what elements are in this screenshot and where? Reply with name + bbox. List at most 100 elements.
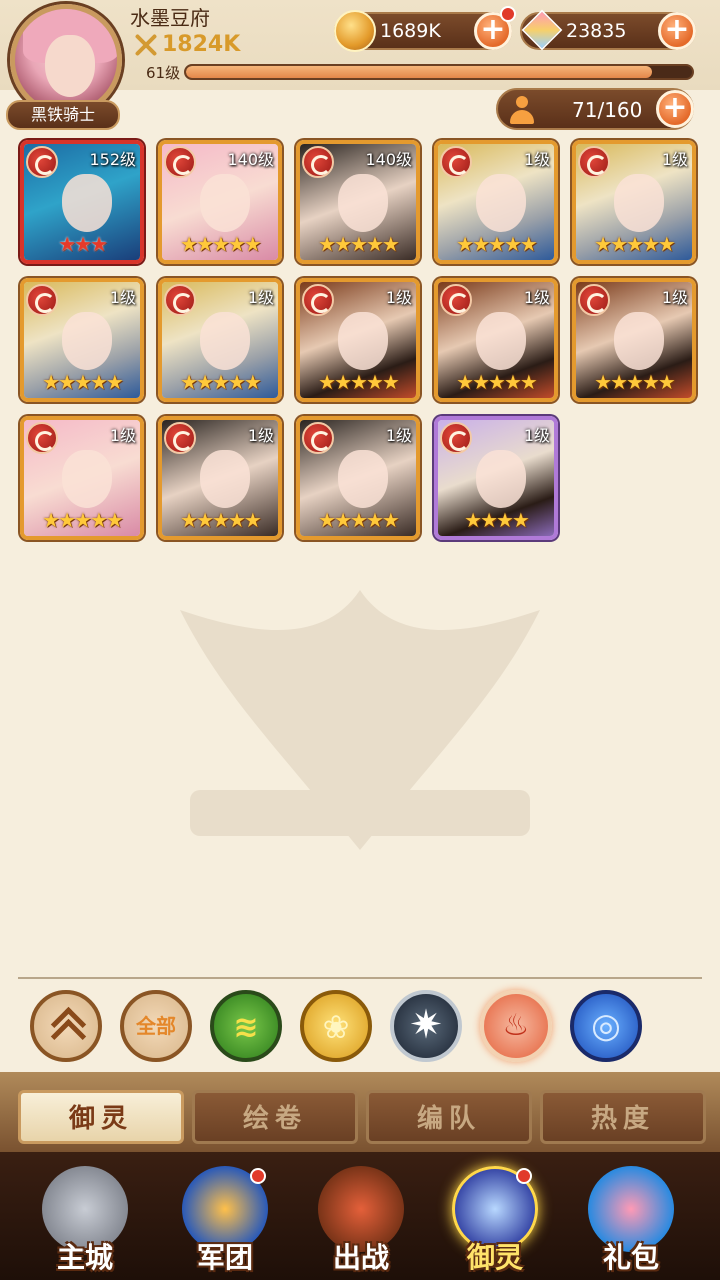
add-gems-button[interactable]: + bbox=[658, 12, 696, 50]
hero-card[interactable]: 1级 ★★★★★ bbox=[296, 278, 420, 402]
hero-face bbox=[338, 312, 388, 370]
fire-element-icon bbox=[26, 422, 58, 454]
filter-all-button[interactable]: 全部 bbox=[120, 990, 192, 1062]
notification-dot bbox=[500, 6, 516, 22]
coins-pill: 1689K + bbox=[334, 6, 516, 52]
hero-stars: ★★★★★ bbox=[180, 508, 262, 532]
hero-stars: ★★★★★ bbox=[456, 370, 538, 394]
hero-level: 1级 bbox=[385, 288, 412, 307]
hero-stars: ★★★★★ bbox=[42, 508, 124, 532]
fire-element-icon bbox=[164, 146, 196, 178]
hero-card[interactable]: 1级 ★★★★★ bbox=[434, 140, 558, 264]
tab-heroes[interactable]: 御灵 bbox=[18, 1090, 184, 1144]
hero-level: 1级 bbox=[523, 288, 550, 307]
nav-main-city[interactable]: 主城 bbox=[20, 1162, 150, 1280]
hero-face bbox=[200, 174, 250, 232]
filter-fire-element-button[interactable]: ♨ bbox=[480, 990, 552, 1062]
hero-level: 1级 bbox=[385, 426, 412, 445]
hero-face bbox=[62, 312, 112, 370]
hero-stars: ★★★★★ bbox=[180, 232, 262, 256]
nav-gift-pack[interactable]: 礼包 bbox=[566, 1162, 696, 1280]
hero-face bbox=[200, 312, 250, 370]
gems-pill: 23835 + bbox=[520, 9, 696, 51]
hero-stars: ★★★★★ bbox=[318, 508, 400, 532]
gems-value: 23835 bbox=[566, 20, 627, 42]
tab-formation[interactable]: 编队 bbox=[366, 1090, 532, 1144]
wave-icon: ◎ bbox=[591, 1006, 621, 1046]
nav-legion[interactable]: 军团 bbox=[160, 1162, 290, 1280]
hero-card[interactable]: 1级 ★★★★★ bbox=[20, 278, 144, 402]
hero-face bbox=[476, 312, 526, 370]
fire-element-icon bbox=[26, 284, 58, 316]
hero-card[interactable]: 1级 ★★★★★ bbox=[158, 278, 282, 402]
exp-bar-fill bbox=[186, 66, 652, 78]
hero-card[interactable]: 1级 ★★★★ bbox=[434, 416, 558, 540]
fire-element-icon bbox=[440, 422, 472, 454]
hero-stars: ★★★★★ bbox=[42, 370, 124, 394]
hero-card[interactable]: 1级 ★★★★★ bbox=[296, 416, 420, 540]
rose-icon: ❀ bbox=[322, 1008, 350, 1046]
player-level: 61级 bbox=[146, 64, 181, 82]
nav-label: 军团 bbox=[196, 1241, 253, 1274]
hero-card[interactable]: 1级 ★★★★★ bbox=[434, 278, 558, 402]
fire-element-icon bbox=[164, 284, 196, 316]
hero-card[interactable]: 1级 ★★★★★ bbox=[572, 140, 696, 264]
nav-label: 出战 bbox=[332, 1241, 389, 1274]
hero-card[interactable]: 140级 ★★★★★ bbox=[158, 140, 282, 264]
fire-element-icon bbox=[440, 146, 472, 178]
exp-bar bbox=[184, 64, 694, 80]
nav-battle[interactable]: 出战 bbox=[296, 1162, 426, 1280]
power-value: 1824K bbox=[162, 32, 241, 57]
collapse-button[interactable] bbox=[30, 990, 102, 1062]
hero-level: 1级 bbox=[661, 288, 688, 307]
fire-element-icon bbox=[440, 284, 472, 316]
hero-stars: ★★★★ bbox=[464, 508, 530, 532]
hero-level: 140级 bbox=[365, 150, 412, 169]
filter-dark-element-button[interactable] bbox=[390, 990, 462, 1062]
filter-water-element-button[interactable]: ◎ bbox=[570, 990, 642, 1062]
tab-gallery[interactable]: 绘卷 bbox=[192, 1090, 358, 1144]
hero-card[interactable]: 152级 ★★★ bbox=[20, 140, 144, 264]
fire-element-icon bbox=[164, 422, 196, 454]
hero-face bbox=[614, 174, 664, 232]
nav-heroes[interactable]: 御灵 bbox=[430, 1162, 560, 1280]
person-icon bbox=[508, 96, 536, 124]
fire-element-icon bbox=[302, 146, 334, 178]
hero-level: 152级 bbox=[89, 150, 136, 169]
hero-card[interactable]: 1级 ★★★★★ bbox=[158, 416, 282, 540]
hero-face bbox=[614, 312, 664, 370]
rank-badge: 黑铁骑士 bbox=[6, 100, 120, 130]
power-row: 1824K bbox=[134, 32, 240, 57]
coins-value: 1689K bbox=[380, 20, 441, 42]
fire-element-icon bbox=[578, 146, 610, 178]
hero-stars: ★★★★★ bbox=[456, 232, 538, 256]
wind-icon: ≋ bbox=[233, 1010, 259, 1045]
player-name: 水墨豆府 bbox=[130, 6, 210, 30]
filter-wind-element-button[interactable]: ≋ bbox=[210, 990, 282, 1062]
roster-capacity-pill: 71/160 + bbox=[496, 88, 694, 130]
hero-stars: ★★★★★ bbox=[318, 232, 400, 256]
hero-stars: ★★★★★ bbox=[318, 370, 400, 394]
hero-level: 140级 bbox=[227, 150, 274, 169]
hero-level: 1级 bbox=[523, 426, 550, 445]
tab-popularity[interactable]: 热度 bbox=[540, 1090, 706, 1144]
hero-level: 1级 bbox=[247, 288, 274, 307]
hero-card[interactable]: 1级 ★★★★★ bbox=[572, 278, 696, 402]
notification-dot bbox=[250, 1168, 266, 1184]
hero-face bbox=[476, 450, 526, 508]
hero-face bbox=[200, 450, 250, 508]
hero-face bbox=[476, 174, 526, 232]
nav-label: 礼包 bbox=[602, 1241, 659, 1274]
hero-face bbox=[62, 450, 112, 508]
fire-element-icon bbox=[302, 422, 334, 454]
hero-level: 1级 bbox=[247, 426, 274, 445]
hero-card[interactable]: 1级 ★★★★★ bbox=[20, 416, 144, 540]
hero-card[interactable]: 140级 ★★★★★ bbox=[296, 140, 420, 264]
filter-earth-element-button[interactable]: ❀ bbox=[300, 990, 372, 1062]
expand-roster-button[interactable]: + bbox=[656, 90, 694, 128]
hero-stars: ★★★★★ bbox=[180, 370, 262, 394]
hero-face bbox=[338, 450, 388, 508]
hero-face bbox=[338, 174, 388, 232]
hero-level: 1级 bbox=[109, 426, 136, 445]
crossed-swords-icon bbox=[134, 33, 158, 57]
